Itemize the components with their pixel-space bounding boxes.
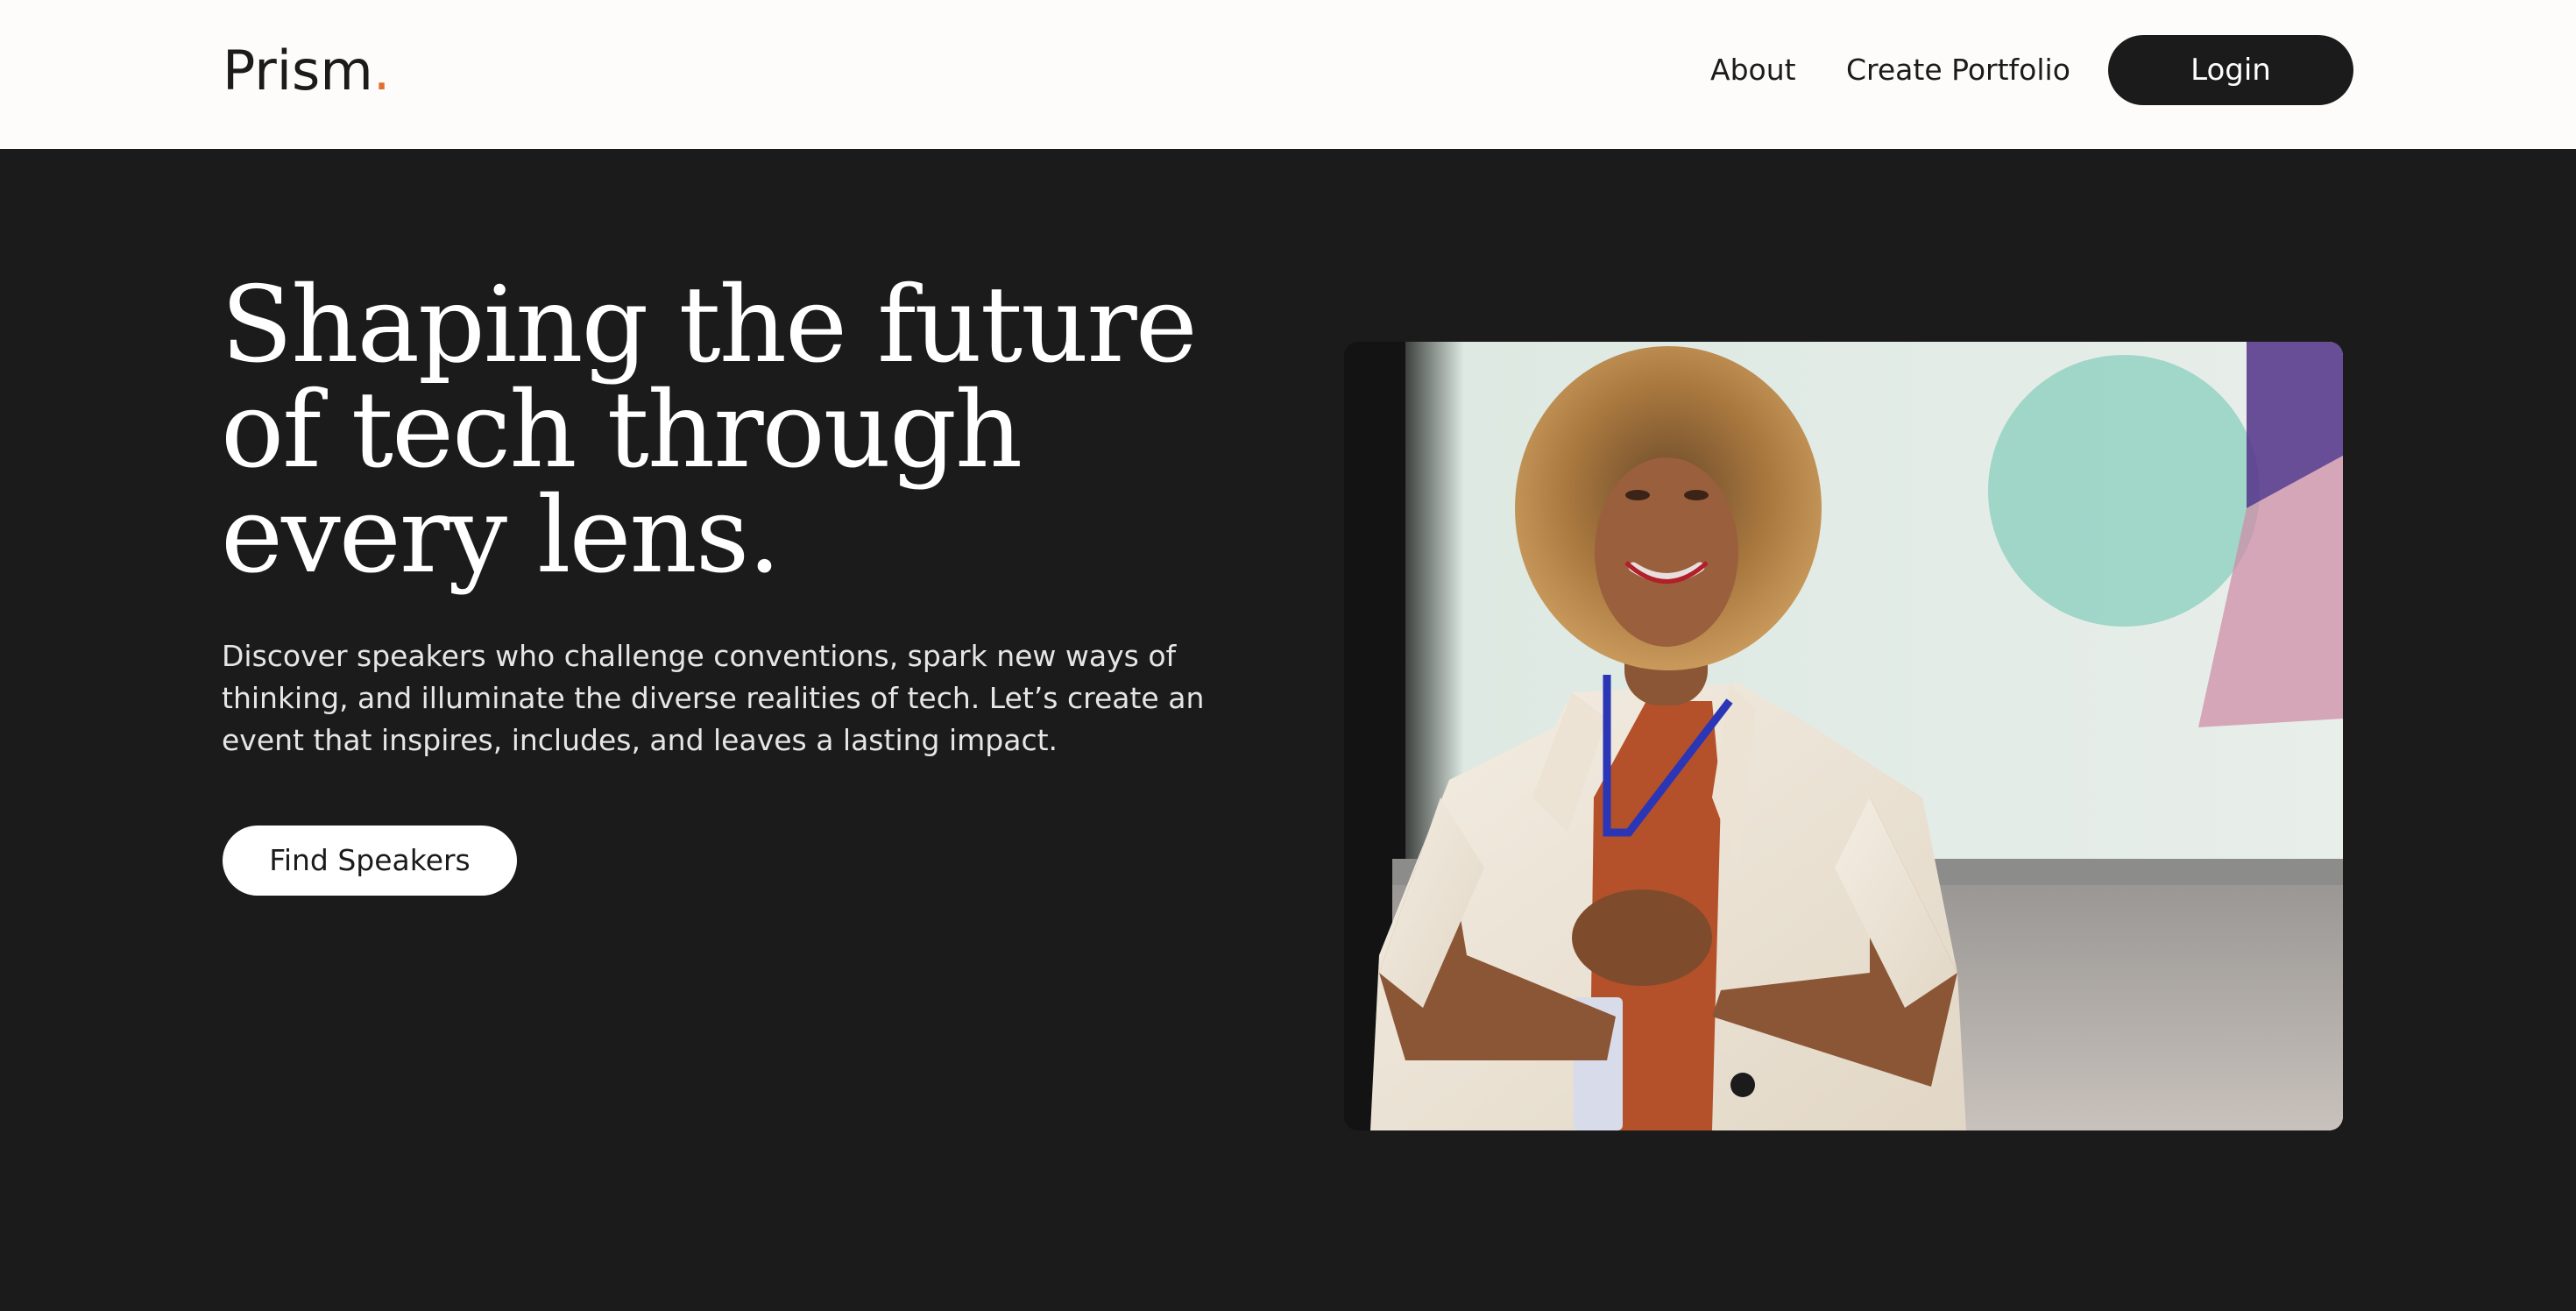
nav-link-about[interactable]: About xyxy=(1710,51,1796,89)
hero-image xyxy=(1344,342,2343,1130)
logo-dot: . xyxy=(372,39,391,103)
find-speakers-button[interactable]: Find Speakers xyxy=(223,826,517,896)
logo[interactable]: Prism. xyxy=(223,39,390,103)
logo-text: Prism xyxy=(223,39,373,103)
hero-description: Discover speakers who challenge conventi… xyxy=(222,639,1205,757)
hero-title: Shaping the future of tech through every… xyxy=(221,265,1198,597)
site-header: Prism. About Create Portfolio Login xyxy=(0,0,2576,149)
speaker-photo-illustration xyxy=(1344,342,2343,1130)
login-button[interactable]: Login xyxy=(2108,35,2353,105)
nav-link-create-portfolio[interactable]: Create Portfolio xyxy=(1846,51,2070,89)
